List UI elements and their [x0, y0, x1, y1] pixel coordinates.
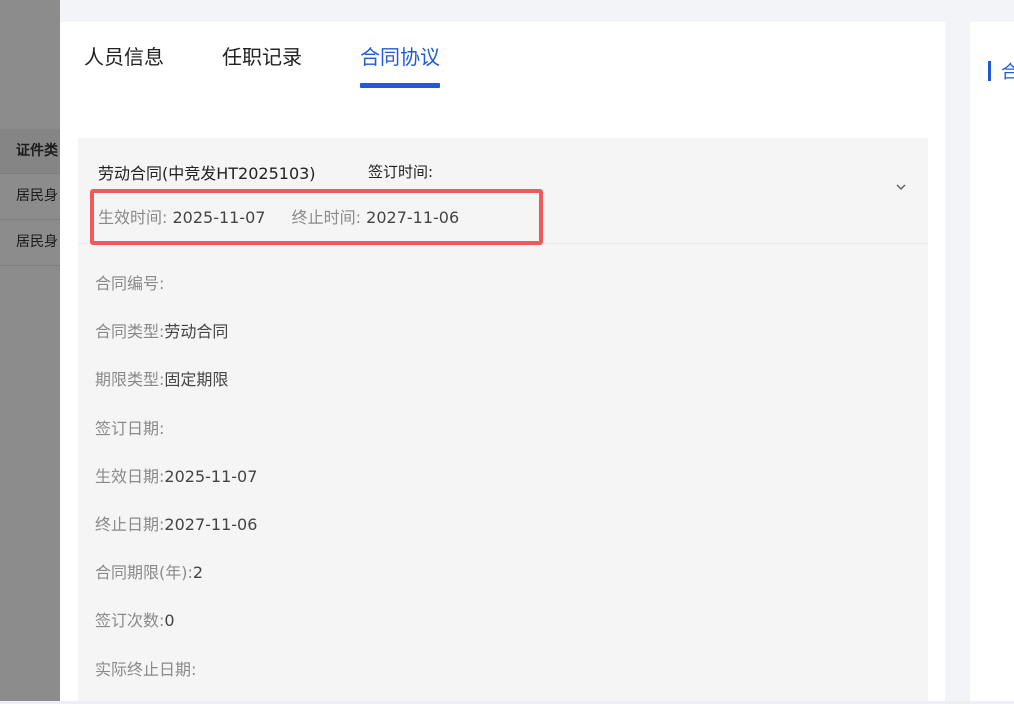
detail-value: 固定期限 [164, 370, 229, 390]
right-panel: 合 [970, 22, 1014, 701]
title-accent-bar [988, 61, 991, 81]
employee-drawer: 人员信息 任职记录 合同协议 劳动合同(中竞发HT2025103) 签订时间: … [60, 0, 1014, 701]
contract-title: 劳动合同(中竞发HT2025103) [98, 164, 316, 183]
detail-value: 0 [164, 611, 175, 631]
detail-value: 2 [192, 563, 204, 583]
detail-label: 合同编号: [95, 274, 165, 293]
detail-label: 签订日期: [95, 418, 165, 438]
detail-row-sign-count: 签订次数:0 [95, 607, 928, 655]
contract-card: 劳动合同(中竞发HT2025103) 签订时间: 生效时间: 2025-11-0… [78, 138, 928, 701]
tab-personnel-info[interactable]: 人员信息 [84, 44, 164, 88]
right-panel-title-text: 合 [1001, 62, 1014, 83]
detail-row-sign-date: 签订日期: [95, 415, 928, 463]
contract-card-header[interactable]: 劳动合同(中竞发HT2025103) 签订时间: 生效时间: 2025-11-0… [78, 138, 928, 245]
detail-label: 期限类型: [95, 370, 165, 390]
detail-value: 2027-11-06 [164, 514, 258, 534]
detail-label: 终止日期: [95, 514, 165, 534]
detail-label: 合同类型: [95, 322, 165, 342]
detail-row-actual-end-date: 实际终止日期: [95, 656, 928, 704]
detail-row-term-type: 期限类型:固定期限 [95, 366, 928, 414]
detail-row-contract-number: 合同编号: [95, 270, 928, 318]
tab-contract-agreement[interactable]: 合同协议 [360, 44, 440, 88]
detail-row-end-date: 终止日期:2027-11-06 [95, 511, 928, 559]
detail-row-contract-type: 合同类型:劳动合同 [95, 318, 928, 366]
detail-label: 签订次数: [95, 611, 165, 631]
main-panel: 人员信息 任职记录 合同协议 劳动合同(中竞发HT2025103) 签订时间: … [60, 22, 945, 701]
detail-label: 实际终止日期: [95, 659, 197, 679]
detail-value: 2025-11-07 [164, 466, 258, 486]
chevron-down-icon[interactable] [894, 180, 908, 194]
annotation-highlight-box [90, 189, 543, 245]
contract-details: 合同编号: 合同类型:劳动合同 期限类型:固定期限 签订日期: 生效日期:202… [78, 244, 928, 704]
tab-bar: 人员信息 任职记录 合同协议 [84, 44, 498, 88]
drawer-mask-overlay[interactable] [0, 0, 60, 701]
detail-row-effective-date: 生效日期:2025-11-07 [95, 463, 928, 511]
detail-label: 生效日期: [95, 466, 165, 486]
detail-label: 合同期限(年): [95, 563, 193, 583]
detail-value: 劳动合同 [164, 322, 229, 342]
contract-sign-time-label: 签订时间: [368, 163, 434, 181]
tab-employment-record[interactable]: 任职记录 [222, 44, 302, 88]
right-panel-title: 合 [988, 58, 1014, 84]
detail-row-contract-years: 合同期限(年):2 [95, 559, 928, 607]
